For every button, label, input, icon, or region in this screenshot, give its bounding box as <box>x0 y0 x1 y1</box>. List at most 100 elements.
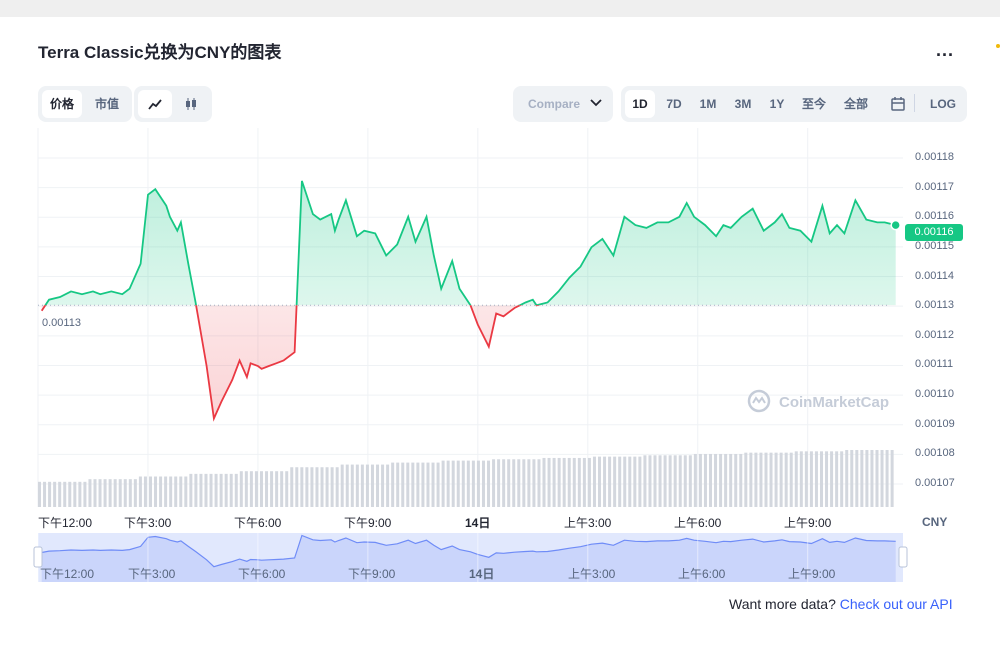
volume-bar <box>527 459 531 507</box>
volume-bar <box>729 453 733 507</box>
volume-bar <box>426 462 430 507</box>
volume-bar <box>663 455 667 507</box>
volume-bar <box>744 452 748 507</box>
current-price-label: 0.00116 <box>905 224 963 241</box>
volume-bar <box>512 459 516 507</box>
volume-bar <box>199 473 203 507</box>
current-price-dot <box>890 219 901 231</box>
volume-bar <box>749 452 753 507</box>
volume-bar <box>164 476 168 507</box>
volume-bar <box>759 452 763 507</box>
volume-bar <box>154 476 158 507</box>
volume-bar <box>421 462 425 507</box>
volume-bar <box>648 455 652 507</box>
volume-bar <box>138 476 142 507</box>
volume-bar <box>779 452 783 507</box>
volume-bar <box>481 460 485 507</box>
volume-bar <box>587 457 591 507</box>
volume-bar <box>653 455 657 507</box>
volume-bar <box>93 479 97 507</box>
volume-bar <box>254 471 258 507</box>
volume-bar <box>270 471 274 507</box>
x-tick-label: 下午6:00 <box>234 516 282 530</box>
navigator-handle-left <box>33 546 43 568</box>
volume-bar <box>73 481 77 507</box>
volume-bar <box>547 457 551 507</box>
volume-bar <box>784 452 788 507</box>
y-tick-label: 0.00107 <box>915 477 955 489</box>
volume-bar <box>492 459 496 507</box>
volume-bar <box>592 456 596 507</box>
volume-bar <box>179 476 183 507</box>
volume-bar <box>734 453 738 507</box>
volume-bar <box>431 462 435 507</box>
volume-bar <box>446 460 450 507</box>
volume-bar <box>774 452 778 507</box>
volume-bar <box>53 481 57 507</box>
volume-bar <box>285 471 289 507</box>
volume-bar <box>159 476 163 507</box>
volume-bar <box>118 479 122 507</box>
volume-bar <box>194 473 198 507</box>
volume-bar <box>830 451 834 507</box>
volume-bar <box>739 453 743 507</box>
volume-bar <box>582 457 586 507</box>
volume-bar <box>623 456 627 507</box>
volume-bar <box>461 460 465 507</box>
x-tick-label: 上午3:00 <box>564 516 612 530</box>
navigator-tick-label: 上午6:00 <box>678 567 726 581</box>
x-tick-label: 下午3:00 <box>124 516 172 530</box>
volume-bar <box>714 453 718 507</box>
volume-bar <box>396 462 400 507</box>
volume-bar <box>224 473 228 507</box>
volume-bar <box>148 476 152 507</box>
volume-bar <box>466 460 470 507</box>
volume-bar <box>719 453 723 507</box>
volume-bar <box>643 455 647 507</box>
volume-bar <box>330 467 334 507</box>
volume-bar <box>507 459 511 507</box>
navigator-tick-label: 下午9:00 <box>348 567 396 581</box>
volume-bar <box>436 462 440 507</box>
volume-bar <box>300 467 304 507</box>
navigator-tick-label: 下午3:00 <box>128 567 176 581</box>
coinmarketcap-logo-icon <box>747 389 771 413</box>
api-link[interactable]: Check out our API <box>840 596 953 612</box>
y-tick-label: 0.00111 <box>915 358 954 371</box>
volume-bar <box>310 467 314 507</box>
volume-bar <box>628 456 632 507</box>
volume-bar <box>476 460 480 507</box>
volume-bar <box>703 453 707 507</box>
volume-bar <box>345 464 349 507</box>
volume-bar <box>401 462 405 507</box>
volume-bar <box>68 481 72 507</box>
volume-bar <box>365 464 369 507</box>
volume-bar <box>239 471 243 507</box>
volume-bar <box>259 471 263 507</box>
volume-bar <box>265 471 269 507</box>
volume-bar <box>48 481 52 507</box>
api-promo-text: Want more data? <box>729 596 836 612</box>
volume-bar <box>416 462 420 507</box>
volume-bar <box>451 460 455 507</box>
volume-bar <box>880 450 884 507</box>
volume-bar <box>799 451 803 507</box>
reference-price-label: 0.00113 <box>42 317 81 329</box>
volume-bar <box>381 464 385 507</box>
volume-bar <box>189 473 193 507</box>
volume-bar <box>63 481 67 507</box>
volume-bar <box>209 473 213 507</box>
volume-bar <box>562 457 566 507</box>
volume-bar <box>633 456 637 507</box>
y-tick-label: 0.00112 <box>915 328 954 341</box>
volume-bar <box>487 460 491 507</box>
volume-bar <box>376 464 380 507</box>
volume-bar <box>108 479 112 507</box>
volume-bar <box>552 457 556 507</box>
volume-bar <box>83 481 87 507</box>
volume-bar <box>598 456 602 507</box>
api-promo: Want more data? Check out our API <box>729 596 953 612</box>
navigator-tick-label: 上午3:00 <box>568 567 616 581</box>
volume-bar <box>819 451 823 507</box>
volume-bar <box>769 452 773 507</box>
